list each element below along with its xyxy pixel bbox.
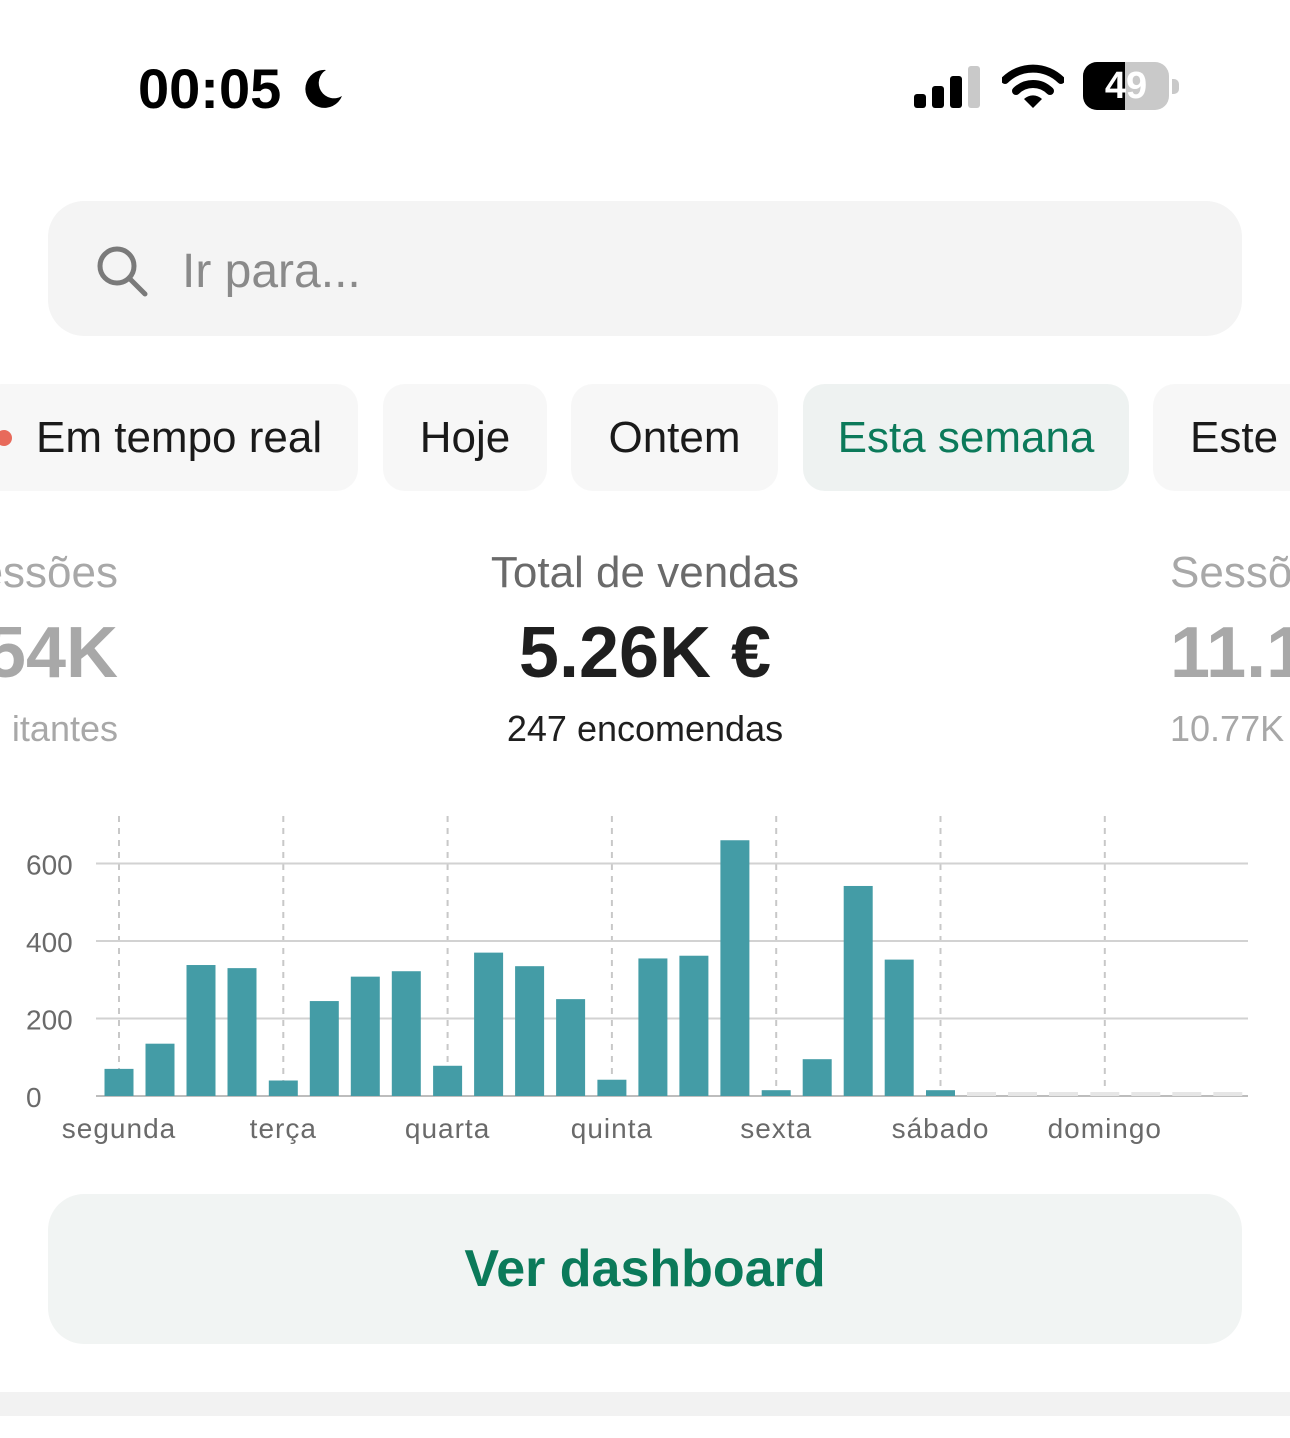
chart-bar (884, 959, 914, 1096)
x-tick-label: segunda (62, 1113, 176, 1144)
cellular-signal-icon (914, 66, 980, 108)
metric-center-sub: 247 encomendas (506, 708, 784, 749)
chart-bar (227, 968, 257, 1096)
x-tick-label: terça (250, 1113, 317, 1144)
chart-bar (350, 976, 380, 1096)
chart-bar (679, 955, 709, 1096)
x-tick-label: sábado (892, 1113, 990, 1144)
chart-bar (638, 958, 668, 1096)
chart-bar (433, 1065, 463, 1096)
tab-label: Ontem (608, 413, 741, 462)
empty-bar (1049, 1092, 1078, 1096)
search-icon (97, 246, 148, 297)
wifi-icon (1002, 64, 1064, 108)
chart-bar (515, 966, 545, 1096)
tab-label: Esta semana (837, 413, 1095, 462)
empty-bar (967, 1092, 996, 1096)
chart-bar (802, 1059, 832, 1096)
tab-label: Em tempo real (36, 413, 323, 462)
battery-tip (1172, 79, 1179, 94)
tab-esta-semana[interactable]: Esta semana (803, 384, 1129, 491)
x-tick-label: domingo (1048, 1113, 1162, 1144)
view-dashboard-button[interactable]: Ver dashboard (48, 1194, 1242, 1344)
metric-right-sub: 10.77K (1170, 708, 1285, 749)
y-tick-label: 200 (26, 1005, 73, 1036)
empty-bar (1090, 1092, 1120, 1096)
metric-right-label: Sessõ (1170, 548, 1290, 597)
x-tick-label: quarta (405, 1113, 490, 1144)
chart-bar (843, 885, 873, 1096)
status-time: 00:05 (138, 57, 282, 120)
x-tick-label: quinta (571, 1113, 653, 1144)
tab-hoje[interactable]: Hoje (383, 384, 547, 491)
metric-right-value: 11.1 (1170, 613, 1290, 693)
moon-icon (305, 69, 342, 108)
chart-bar (145, 1043, 175, 1096)
empty-bar (1213, 1092, 1243, 1096)
y-tick-label: 0 (26, 1082, 42, 1113)
x-tick-label: sexta (740, 1113, 812, 1144)
chart-bar (104, 1068, 134, 1096)
chart-bar (474, 952, 504, 1096)
sales-bar-chart: 0 200 400 600 segunda terça quarta quinta sexta s… (26, 816, 1248, 1144)
chart-bar (556, 999, 586, 1096)
chart-bar (761, 1090, 791, 1096)
tab-em-tempo-real[interactable]: Em tempo real (0, 384, 358, 491)
battery-percentage: 49 (1104, 65, 1148, 107)
y-tick-label: 400 (26, 927, 73, 958)
chart-bar (597, 1079, 627, 1096)
metric-left-value: 54K (0, 613, 118, 693)
battery-indicator: 49 (1083, 62, 1181, 112)
empty-bar (1131, 1092, 1161, 1096)
metric-center-label: Total de vendas (490, 548, 800, 597)
chart-bar (309, 1001, 339, 1096)
chart-bar (926, 1090, 955, 1096)
tab-label: Este (1190, 413, 1279, 462)
chart-bar (720, 840, 750, 1096)
tab-label: Hoje (419, 413, 511, 462)
empty-bar (1008, 1092, 1037, 1096)
search-input[interactable] (182, 236, 1082, 306)
chart-bar (186, 965, 216, 1096)
tab-ontem[interactable]: Ontem (571, 384, 778, 491)
tab-este[interactable]: Este (1153, 384, 1290, 491)
metric-center-value: 5.26K € (518, 613, 772, 693)
section-divider (0, 1392, 1290, 1416)
metric-left-label: essões (0, 548, 118, 597)
chart-bar (268, 1080, 298, 1096)
chart-bar (391, 971, 421, 1096)
empty-bar (1172, 1092, 1202, 1096)
metric-left-sub: itantes (11, 708, 118, 749)
y-tick-label: 600 (26, 850, 73, 881)
